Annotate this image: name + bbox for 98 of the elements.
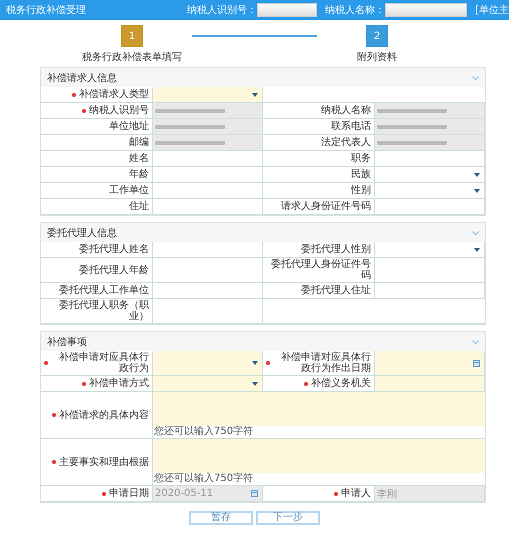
select-field[interactable]	[375, 167, 485, 183]
field-label: 姓名	[129, 153, 149, 164]
field-label: 民族	[351, 169, 371, 180]
field-label: 邮编	[129, 137, 149, 148]
unit-text: [单位主	[475, 4, 509, 17]
input-field[interactable]	[153, 151, 263, 167]
field-label: 委托代理人职务（职业）	[58, 300, 149, 322]
input-field[interactable]	[375, 283, 485, 299]
select-field[interactable]	[375, 242, 485, 258]
taxpayer-name-field[interactable]	[385, 3, 468, 17]
input-field[interactable]	[153, 299, 263, 324]
taxpayer-id-label: 纳税人识别号：	[187, 4, 258, 17]
required-dot	[334, 492, 338, 496]
field-label: 补偿请求的具体内容	[59, 410, 149, 420]
field-label: 补偿申请对应具体行政行为	[58, 352, 149, 374]
input-field[interactable]	[375, 151, 485, 167]
chevron-down-icon[interactable]	[472, 230, 479, 234]
taxpayer-name-label: 纳税人名称：	[325, 4, 386, 17]
calendar-icon	[251, 490, 258, 497]
field-label: 补偿请求人类型	[79, 89, 149, 100]
required-dot	[82, 382, 86, 386]
section-title: 补偿请求人信息	[47, 72, 117, 84]
hint-text: 您还可以输入750字符	[153, 426, 254, 438]
caret-icon	[474, 188, 480, 192]
required-dot	[52, 413, 56, 417]
section-title: 补偿事项	[47, 336, 87, 348]
input-field[interactable]	[375, 376, 485, 392]
required-dot	[266, 361, 270, 365]
field-label: 性别	[351, 185, 371, 196]
caret-icon	[252, 382, 258, 386]
field-label: 补偿申请对应具体行政行为作出日期	[280, 352, 371, 374]
chevron-down-icon[interactable]	[472, 340, 479, 344]
date-field[interactable]: 2020-05-11	[153, 486, 263, 502]
input-field[interactable]	[153, 103, 263, 119]
select-field[interactable]	[153, 87, 263, 103]
input-field[interactable]	[375, 258, 485, 283]
field-label: 委托代理人住址	[301, 285, 371, 296]
form-button[interactable]: 暂存	[189, 511, 253, 525]
step-number: 1	[121, 25, 143, 47]
input-field[interactable]	[153, 183, 263, 199]
field-label: 纳税人名称	[321, 105, 371, 116]
input-field[interactable]	[153, 119, 263, 135]
select-field[interactable]	[153, 351, 263, 376]
input-field[interactable]	[153, 283, 263, 299]
required-dot	[102, 492, 106, 496]
input-field[interactable]	[153, 167, 263, 183]
step-number: 2	[366, 25, 388, 47]
input-field[interactable]	[375, 135, 485, 151]
required-dot	[52, 460, 56, 464]
step-label: 附列资料	[357, 50, 397, 64]
input-field[interactable]	[153, 135, 263, 151]
field-label: 主要事实和理由根据	[59, 456, 149, 468]
hint-text: 您还可以输入750字符	[153, 473, 254, 485]
app-title: 税务行政补偿受理	[6, 4, 87, 17]
required-dot	[44, 361, 48, 365]
field-label: 联系电话	[331, 121, 371, 132]
field-label: 申请日期	[109, 488, 149, 499]
input-field[interactable]	[375, 103, 485, 119]
caret-icon	[252, 92, 258, 96]
input-field[interactable]	[153, 258, 263, 283]
caret-icon	[252, 361, 258, 365]
field-label: 申请人	[341, 488, 371, 499]
caret-icon	[474, 248, 480, 252]
input-field[interactable]: 李刚	[375, 486, 485, 502]
required-dot	[72, 92, 76, 96]
field-label: 工作单位	[109, 185, 149, 196]
taxpayer-id-field[interactable]	[257, 3, 318, 17]
input-field[interactable]	[153, 242, 263, 258]
select-field[interactable]	[375, 183, 485, 199]
calendar-icon	[473, 360, 480, 366]
field-label: 委托代理人工作单位	[59, 285, 149, 296]
input-field[interactable]	[153, 199, 263, 215]
field-label: 委托代理人性别	[301, 244, 371, 255]
field-label: 补偿义务机关	[311, 378, 371, 389]
text-area[interactable]	[153, 439, 485, 473]
section-title: 委托代理人信息	[47, 226, 117, 240]
date-field[interactable]	[375, 351, 485, 376]
form-button[interactable]: 下一步	[256, 511, 320, 525]
field-label: 补偿申请方式	[89, 378, 149, 389]
select-field[interactable]	[153, 376, 263, 392]
text-area[interactable]	[153, 392, 485, 426]
field-label: 住址	[129, 201, 149, 212]
step-label: 税务行政补偿表单填写	[82, 50, 182, 64]
field-label: 法定代表人	[321, 137, 371, 148]
field-label: 请求人身份证件号码	[281, 201, 371, 212]
input-field[interactable]	[375, 199, 485, 215]
field-label: 委托代理人年龄	[79, 264, 149, 276]
chevron-down-icon[interactable]	[472, 76, 479, 80]
field-label: 职务	[351, 153, 371, 164]
required-dot	[304, 382, 308, 386]
caret-icon	[474, 172, 480, 176]
field-label: 委托代理人姓名	[79, 244, 149, 255]
input-field[interactable]	[375, 119, 485, 135]
field-label: 委托代理人身份证件号码	[270, 259, 371, 281]
field-label: 纳税人识别号	[89, 105, 149, 116]
field-label: 单位地址	[109, 121, 149, 132]
field-label: 年龄	[129, 169, 149, 180]
required-dot	[82, 108, 86, 112]
